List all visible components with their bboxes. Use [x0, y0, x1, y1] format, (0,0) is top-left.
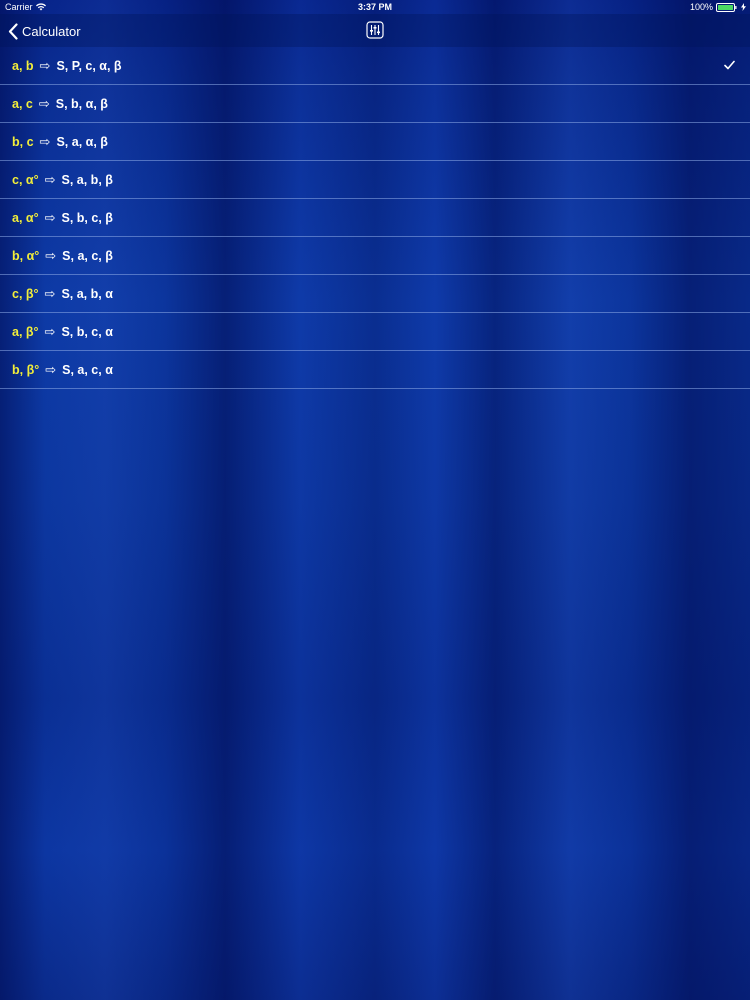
arrow-right-icon: ⇨ [44, 285, 56, 301]
settings-button[interactable] [366, 21, 384, 39]
row-inputs: a, c [12, 96, 33, 111]
row-inputs: b, α° [12, 248, 40, 263]
row-outputs: S, a, α, β [56, 134, 108, 149]
arrow-right-icon: ⇨ [45, 361, 57, 377]
sliders-icon [366, 21, 384, 39]
option-row-b-beta[interactable]: b, β° ⇨ S, a, c, α [0, 351, 750, 389]
row-outputs: S, a, c, α [62, 362, 113, 377]
row-inputs: c, α° [12, 172, 39, 187]
row-outputs: S, a, b, β [61, 172, 113, 187]
row-outputs: S, b, c, α [61, 324, 113, 339]
chevron-left-icon [8, 22, 18, 40]
back-button[interactable]: Calculator [8, 21, 81, 41]
arrow-right-icon: ⇨ [44, 209, 56, 225]
row-inputs: a, b [12, 58, 34, 73]
row-outputs: S, b, α, β [55, 96, 108, 111]
nav-bar: Calculator [0, 14, 750, 47]
status-right: 100% [690, 0, 746, 14]
option-row-a-b[interactable]: a, b ⇨ S, P, c, α, β [0, 47, 750, 85]
row-outputs: S, a, b, α [61, 286, 113, 301]
row-inputs: c, β° [12, 286, 39, 301]
status-bar: Carrier 3:37 PM 100% [0, 0, 750, 14]
option-row-a-alpha[interactable]: a, α° ⇨ S, b, c, β [0, 199, 750, 237]
row-outputs: S, b, c, β [61, 210, 113, 225]
option-row-a-beta[interactable]: a, β° ⇨ S, b, c, α [0, 313, 750, 351]
arrow-right-icon: ⇨ [39, 57, 51, 73]
status-time: 3:37 PM [357, 2, 392, 12]
arrow-right-icon: ⇨ [44, 171, 56, 187]
back-label: Calculator [22, 23, 81, 39]
row-outputs: S, a, c, β [62, 248, 113, 263]
battery-percent: 100% [689, 2, 713, 12]
arrow-right-icon: ⇨ [45, 247, 57, 263]
arrow-right-icon: ⇨ [38, 95, 50, 111]
row-inputs: b, β° [12, 362, 40, 377]
checkmark-icon [724, 60, 735, 70]
charging-bolt-icon [741, 3, 746, 11]
option-row-a-c[interactable]: a, c ⇨ S, b, α, β [0, 85, 750, 123]
option-row-b-alpha[interactable]: b, α° ⇨ S, a, c, β [0, 237, 750, 275]
row-inputs: a, β° [12, 324, 39, 339]
arrow-right-icon: ⇨ [44, 323, 56, 339]
option-list: a, b ⇨ S, P, c, α, β a, c ⇨ S, b, α, β b… [0, 47, 750, 389]
option-row-c-alpha[interactable]: c, α° ⇨ S, a, b, β [0, 161, 750, 199]
row-inputs: b, c [12, 134, 34, 149]
row-outputs: S, P, c, α, β [56, 58, 122, 73]
option-row-c-beta[interactable]: c, β° ⇨ S, a, b, α [0, 275, 750, 313]
battery-icon [716, 2, 737, 12]
row-inputs: a, α° [12, 210, 39, 225]
arrow-right-icon: ⇨ [39, 133, 51, 149]
option-row-b-c[interactable]: b, c ⇨ S, a, α, β [0, 123, 750, 161]
